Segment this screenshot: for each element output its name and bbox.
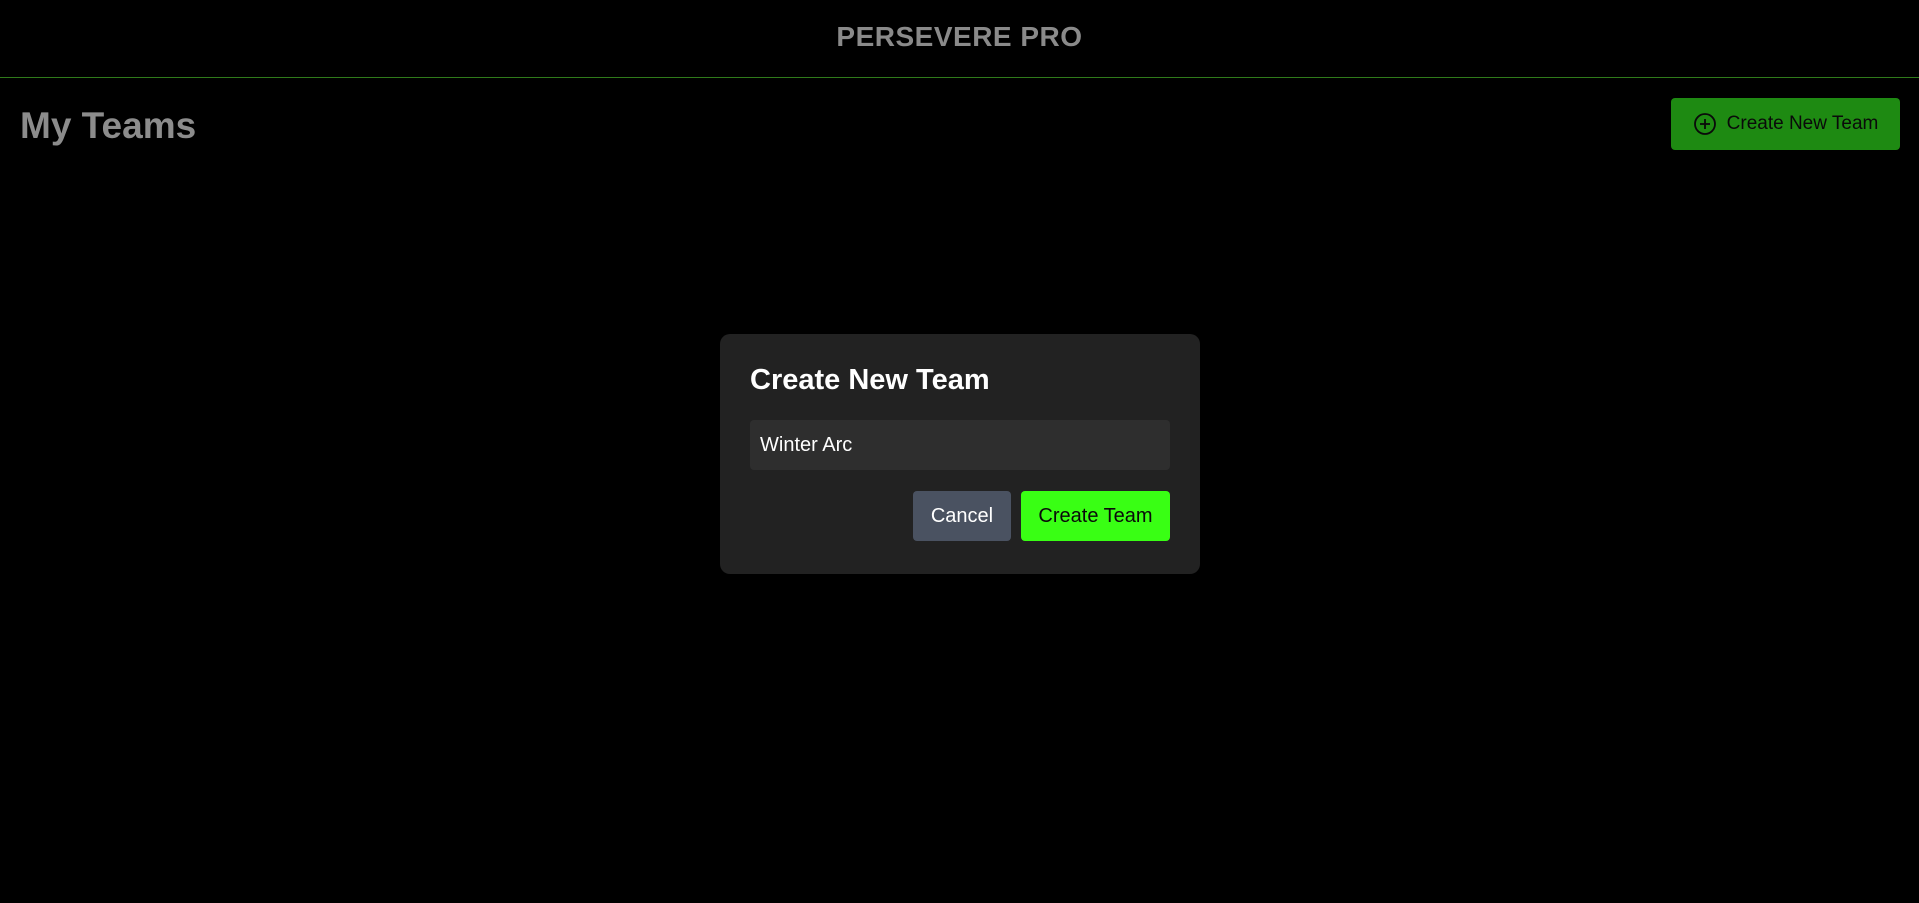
plus-circle-icon <box>1693 113 1716 135</box>
modal-title: Create New Team <box>750 364 990 396</box>
modal-actions: Cancel Create Team <box>750 491 1170 541</box>
create-new-team-button[interactable]: Create New Team <box>1671 98 1900 150</box>
create-new-team-label: Create New Team <box>1726 113 1879 134</box>
cancel-button[interactable]: Cancel <box>913 491 1011 541</box>
brand-logo: PERSEVERE PRO <box>836 20 1083 52</box>
team-name-input[interactable] <box>750 420 1170 470</box>
page-title: My Teams <box>20 105 197 146</box>
app-root: PERSEVERE PRO My Teams Create New Team C… <box>0 0 1919 903</box>
top-header: PERSEVERE PRO <box>0 0 1919 78</box>
create-team-modal: Create New Team Cancel Create Team <box>720 334 1200 574</box>
create-team-button[interactable]: Create Team <box>1021 491 1170 541</box>
